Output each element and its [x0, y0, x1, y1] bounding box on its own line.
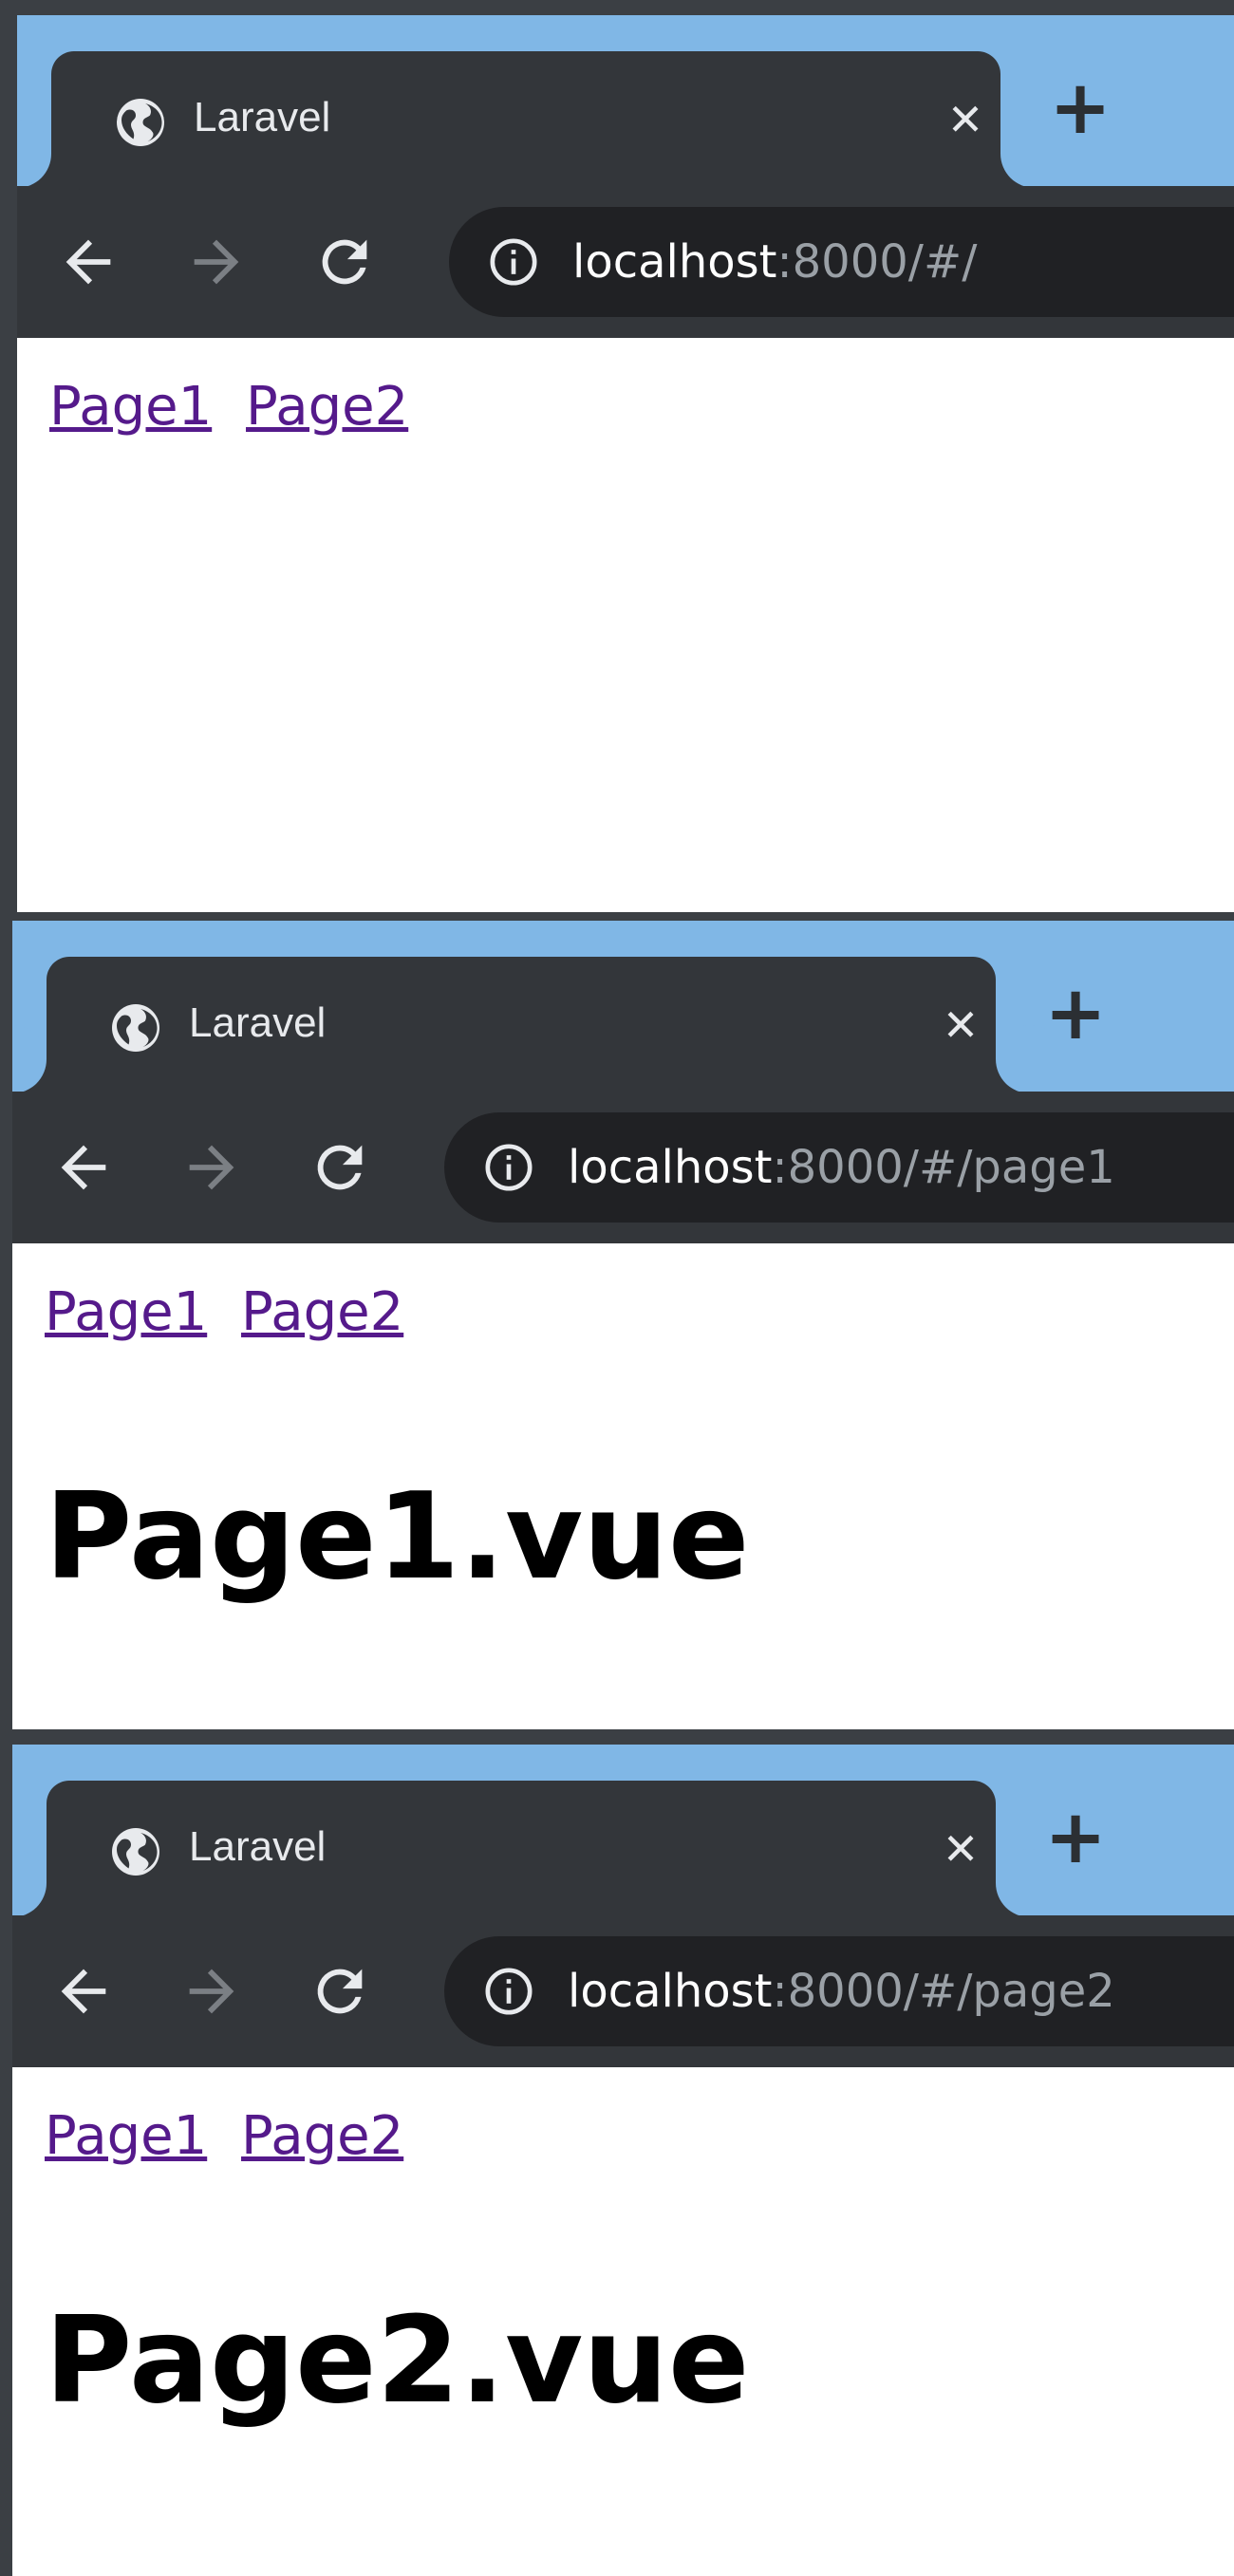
tab-strip: Laravel ✕ +	[12, 921, 1234, 1093]
url-path: :8000/#/page2	[772, 1965, 1115, 2018]
tab-title: Laravel	[189, 999, 327, 1046]
tab-title: Laravel	[189, 1823, 327, 1870]
page-content: Page1 Page2 Page1.vue	[12, 1243, 1234, 1729]
page-heading: Page1.vue	[45, 1466, 750, 1606]
tab-laravel[interactable]: Laravel ✕	[17, 51, 1069, 188]
url-text[interactable]: localhost:8000/#/page2	[568, 1963, 1115, 2020]
url-host: localhost	[568, 1965, 773, 2018]
nav-links: Page1 Page2	[45, 2105, 421, 2167]
browser-toolbar: localhost:8000/#/page2	[12, 1915, 1234, 2067]
info-icon[interactable]	[482, 1141, 535, 1194]
globe-icon	[112, 1004, 159, 1052]
browser-toolbar: localhost:8000/#/page1	[12, 1092, 1234, 1243]
tab-title: Laravel	[194, 94, 331, 140]
address-bar[interactable]: localhost:8000/#/	[449, 207, 1234, 317]
url-host: localhost	[568, 1141, 773, 1194]
url-path: :8000/#/	[776, 235, 978, 289]
close-icon[interactable]: ✕	[939, 93, 992, 146]
forward-arrow-icon[interactable]	[178, 1134, 245, 1201]
info-icon[interactable]	[487, 235, 540, 289]
reload-icon[interactable]	[311, 229, 378, 295]
tab-laravel[interactable]: Laravel ✕	[12, 957, 1064, 1093]
close-icon[interactable]: ✕	[934, 1822, 987, 1876]
reload-icon[interactable]	[307, 1958, 373, 2025]
plus-icon[interactable]: +	[1038, 976, 1113, 1052]
back-arrow-icon[interactable]	[55, 229, 122, 295]
url-text[interactable]: localhost:8000/#/page1	[568, 1139, 1115, 1196]
plus-icon[interactable]: +	[1042, 70, 1118, 146]
back-arrow-icon[interactable]	[50, 1134, 117, 1201]
forward-arrow-icon[interactable]	[178, 1958, 245, 2025]
url-host: localhost	[572, 235, 777, 289]
link-page1[interactable]: Page1	[45, 2105, 207, 2167]
browser-window-page2: Laravel ✕ + localhost:8000/#/page2 Page1…	[12, 1745, 1234, 2576]
globe-icon	[117, 99, 164, 146]
reload-icon[interactable]	[307, 1134, 373, 1201]
tab-laravel[interactable]: Laravel ✕	[12, 1781, 1064, 1917]
info-icon[interactable]	[482, 1965, 535, 2018]
address-bar[interactable]: localhost:8000/#/page1	[444, 1112, 1234, 1223]
page-heading: Page2.vue	[45, 2290, 750, 2430]
page-content: Page1 Page2 Page2.vue	[12, 2067, 1234, 2576]
plus-icon[interactable]: +	[1038, 1800, 1113, 1876]
tab-strip: Laravel ✕ +	[12, 1745, 1234, 1917]
browser-toolbar: localhost:8000/#/	[17, 186, 1234, 338]
globe-icon	[112, 1828, 159, 1876]
link-page2[interactable]: Page2	[241, 2105, 403, 2167]
close-icon[interactable]: ✕	[934, 999, 987, 1052]
url-path: :8000/#/page1	[772, 1141, 1115, 1194]
nav-links: Page1 Page2	[49, 376, 425, 438]
link-page2[interactable]: Page2	[241, 1281, 403, 1343]
browser-window-page1: Laravel ✕ + localhost:8000/#/page1 Page1…	[12, 921, 1234, 1729]
link-page1[interactable]: Page1	[45, 1281, 207, 1343]
browser-window-root: Laravel ✕ + localhost:8000/#/ Page1 Page…	[17, 15, 1234, 912]
back-arrow-icon[interactable]	[50, 1958, 117, 2025]
page-content: Page1 Page2	[17, 338, 1234, 912]
forward-arrow-icon[interactable]	[183, 229, 250, 295]
url-text[interactable]: localhost:8000/#/	[572, 233, 977, 290]
link-page2[interactable]: Page2	[246, 376, 408, 438]
link-page1[interactable]: Page1	[49, 376, 212, 438]
nav-links: Page1 Page2	[45, 1281, 421, 1343]
address-bar[interactable]: localhost:8000/#/page2	[444, 1936, 1234, 2046]
tab-strip: Laravel ✕ +	[17, 15, 1234, 188]
